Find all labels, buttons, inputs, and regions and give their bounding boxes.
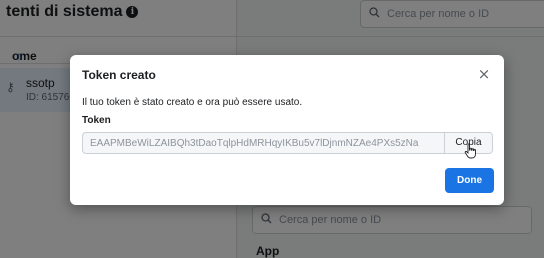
done-button[interactable]: Done (445, 168, 494, 193)
dialog-message: Il tuo token è stato creato e ora può es… (82, 97, 303, 108)
close-icon[interactable]: × (474, 64, 494, 84)
token-created-dialog: Token creato × Il tuo token è stato crea… (70, 55, 504, 205)
token-label: Token (82, 115, 111, 126)
dialog-title: Token creato (82, 68, 156, 82)
token-field[interactable] (82, 132, 444, 154)
hand-cursor-icon (464, 143, 478, 164)
